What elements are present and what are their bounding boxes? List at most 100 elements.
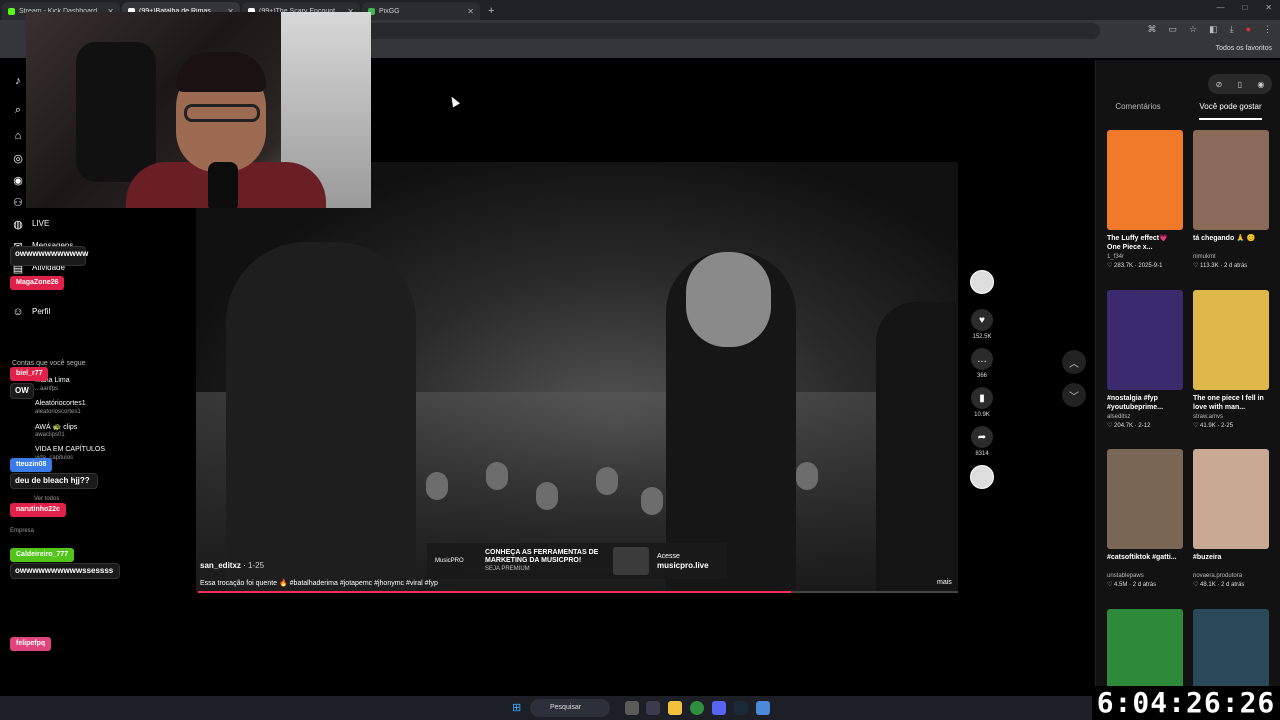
video-thumbnail[interactable] [1107,130,1183,230]
next-video-button[interactable]: ﹀ [1062,383,1086,407]
recommended-video-card[interactable]: tá chegando 🙏 😊 nimukmt ♡ 113.3K · 2 d atr… [1193,130,1269,269]
kick-favicon-icon [8,7,15,15]
video-thumbnail[interactable] [1107,609,1183,696]
discord-icon[interactable] [712,701,726,715]
comment-action[interactable]: … 366 [970,348,994,379]
mouse-cursor-icon [448,94,460,108]
card-meta: ♡ 113.3K · 2 d atrás [1193,263,1248,269]
search-icon[interactable]: ⌕ [11,103,25,117]
video-progress-bar[interactable] [198,591,958,593]
heart-icon[interactable]: ♥ [971,309,993,331]
recommended-video-card[interactable]: The one piece I fell in love with man...… [1193,290,1269,429]
card-author[interactable]: straw.amvs [1193,414,1269,420]
chat-user-badge: tteuzin08 [10,458,53,472]
profile-icon[interactable]: ☺ [11,305,25,319]
streamer-webcam [26,12,371,208]
new-tab-button[interactable]: + [488,2,494,20]
card-title: #nostalgia #fyp #youtubeprime... [1107,395,1164,411]
card-author[interactable]: alseditsz [1107,414,1183,420]
following-icon[interactable]: ◉ [11,173,25,187]
ad-brand: MusicPRO [435,558,464,564]
settings-icon[interactable]: ⊘ [1216,80,1223,89]
tab-label: PixGG [379,7,400,15]
recommended-video-card[interactable]: #catsoftiktok #gatti... unstablepaws ♡ 4.5… [1107,449,1183,588]
home-icon[interactable]: ⌂ [11,129,25,143]
toolbar-icons: ⌘ ▭ ☆ ◧ ⤓ ● ⋮ [1147,24,1272,35]
following-name[interactable]: Aleatóriocortes1 [35,400,86,407]
video-progress-fill [198,591,791,593]
save-count: 10.9K [974,412,990,418]
panel-top-controls: ⊘ ▯ ◉ [1208,74,1272,94]
tiktok-logo-icon[interactable]: ♪ [11,74,25,88]
video-author[interactable]: san_editxz [200,561,241,570]
card-author[interactable]: unstablepaws [1107,573,1183,579]
extensions-icon[interactable]: ◧ [1209,24,1218,35]
following-name[interactable]: VIDA EM CAPÍTULOS [35,446,105,453]
close-tab-icon[interactable]: ✕ [467,7,474,16]
caption-more-link[interactable]: mais [937,579,952,586]
following-name[interactable]: AWÁ 🐢 clips [35,423,77,431]
video-thumbnail[interactable] [1193,130,1269,230]
recommended-video-card[interactable]: #buzeira novaera.produtora ♡ 48.1K · 2 d a… [1193,449,1269,588]
card-author[interactable]: novaera.produtora [1193,573,1269,579]
card-title: #catsoftiktok #gatti... [1107,554,1177,561]
download-icon[interactable]: ⤓ [1230,24,1234,35]
card-title: #buzeira [1193,554,1222,561]
file-explorer-icon[interactable] [668,701,682,715]
cast-icon[interactable]: ▭ [1168,24,1177,35]
all-bookmarks-link[interactable]: Todos os favoritos [1216,45,1272,52]
see-all-link[interactable]: Ver todos [34,496,59,502]
taskbar-search[interactable]: Pesquisar [530,699,610,717]
like-action[interactable]: ♥ 152.5K [970,309,994,340]
tab-comments[interactable]: Comentários [1115,102,1160,120]
card-title: The Luffy effect💗 One Piece x... [1107,235,1168,251]
translate-icon[interactable]: ⌘ [1147,24,1156,35]
tab-recommended[interactable]: Você pode gostar [1199,102,1262,120]
bookmark-icon[interactable]: ▮ [971,387,993,409]
sponsor-ad-banner[interactable]: MusicPRO CONHEÇA AS FERRAMENTAS DE MARKE… [427,543,727,579]
taskbar-app-icon[interactable] [756,701,770,715]
ad-cta[interactable]: Acesse musicpro.live [657,552,709,571]
video-thumbnail[interactable] [1193,449,1269,549]
friends-icon[interactable]: ⚇ [11,195,25,209]
share-action[interactable]: ➦ 8314 [970,426,994,457]
taskbar-app-icon[interactable] [646,701,660,715]
video-player[interactable] [196,162,958,592]
recommended-video-card[interactable]: #nostalgia #fyp #youtubeprime... alsedits… [1107,290,1183,429]
nav-live[interactable]: LIVE [32,219,49,228]
video-thumbnail[interactable] [1107,449,1183,549]
chrome-icon[interactable] [690,701,704,715]
menu-icon[interactable]: ⋮ [1263,24,1272,35]
recommended-video-card[interactable]: The Luffy effect💗 One Piece x... 1_f34r ♡ … [1107,130,1183,269]
music-disc-icon [970,465,994,489]
taskbar-app-icon[interactable] [625,701,639,715]
ad-headline-text: CONHEÇA AS FERRAMENTAS DE MARKETING DA M… [485,549,599,564]
live-icon[interactable]: ◍ [11,217,25,231]
save-action[interactable]: ▮ 10.9K [970,387,994,418]
maximize-icon[interactable]: □ [1242,3,1247,12]
card-meta: ♡ 41.9K · 2-25 [1193,423,1234,429]
video-thumbnail[interactable] [1193,609,1269,696]
avatar[interactable]: ◉ [1257,80,1264,89]
explore-icon[interactable]: ◎ [11,151,25,165]
video-thumbnail[interactable] [1193,290,1269,390]
video-thumbnail[interactable] [1107,290,1183,390]
steam-icon[interactable] [734,701,748,715]
browser-tab[interactable]: PixGG ✕ [362,2,480,20]
previous-video-button[interactable]: ︿ [1062,350,1086,374]
chevron-up-icon: ︿ [1069,358,1079,370]
device-icon[interactable]: ▯ [1238,80,1242,89]
close-window-icon[interactable]: ✕ [1265,3,1272,12]
creator-avatar[interactable] [970,270,994,294]
windows-start-icon[interactable]: ⊞ [512,702,524,714]
profile-icon[interactable]: ● [1246,24,1251,35]
card-author[interactable]: 1_f34r [1107,254,1183,260]
nav-profile[interactable]: Perfil [32,307,50,316]
minimize-icon[interactable]: — [1216,3,1224,12]
share-icon[interactable]: ➦ [971,426,993,448]
bookmark-star-icon[interactable]: ☆ [1189,24,1197,35]
music-disc[interactable] [970,465,994,489]
card-author[interactable]: nimukmt [1193,254,1269,260]
company-link[interactable]: Empresa [10,528,34,534]
comment-icon[interactable]: … [971,348,993,370]
